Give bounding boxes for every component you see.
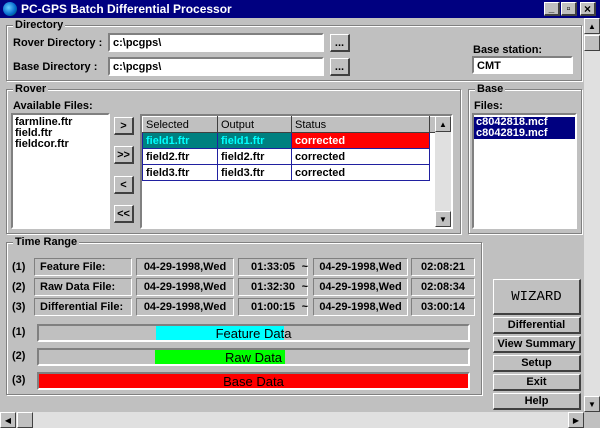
cell-output[interactable]: field1.ftr: [217, 132, 292, 149]
cell-status: corrected: [291, 132, 430, 149]
list-item[interactable]: c8042819.mcf: [474, 128, 575, 139]
end-time: 02:08:34: [411, 278, 475, 296]
window-hscroll-thumb[interactable]: [17, 412, 33, 428]
cell-selected[interactable]: field3.ftr: [142, 164, 218, 181]
start-date: 04-29-1998,Wed: [136, 258, 234, 276]
cell-selected[interactable]: field1.ftr: [142, 132, 218, 149]
cell-status: corrected: [291, 164, 430, 181]
rover-directory-label: Rover Directory :: [13, 37, 103, 49]
cell-output[interactable]: field3.ftr: [217, 164, 292, 181]
close-button[interactable]: ×: [580, 2, 596, 16]
available-files-list[interactable]: farmline.ftr field.ftr fieldcor.ftr: [11, 113, 110, 229]
row-number: (1): [12, 261, 26, 273]
range-tilde: ~: [301, 261, 309, 273]
window-scroll-down-icon[interactable]: ▼: [584, 396, 600, 412]
cell-status: corrected: [291, 148, 430, 165]
start-date: 04-29-1998,Wed: [136, 298, 234, 316]
window-scroll-left-icon[interactable]: ◀: [0, 412, 16, 428]
grid-vertical-scrollbar[interactable]: ▲ ▼: [435, 116, 451, 227]
time-bar-label: Raw Data: [224, 349, 283, 365]
list-item[interactable]: fieldcor.ftr: [13, 139, 108, 150]
cell-output[interactable]: field2.ftr: [217, 148, 292, 165]
directory-group-label: Directory: [13, 19, 66, 31]
base-group-label: Base: [475, 83, 506, 95]
window-scroll-right-icon[interactable]: ▶: [568, 412, 584, 428]
time-bar-label: Base Data: [223, 373, 284, 389]
scrollbar-corner: [584, 412, 600, 428]
range-tilde: ~: [301, 281, 309, 293]
table-header-row: Selected Output Status: [142, 116, 438, 133]
rover-directory-input[interactable]: c:\pcgps\: [108, 33, 324, 52]
scroll-up-arrow-icon[interactable]: ▲: [435, 116, 451, 132]
time-bar-track: Base Data: [37, 372, 470, 390]
move-selected-left-button[interactable]: <: [114, 176, 134, 194]
table-row[interactable]: field1.ftr field1.ftr corrected: [142, 132, 438, 149]
base-files-list[interactable]: c8042818.mcf c8042819.mcf: [472, 113, 577, 229]
available-files-label: Available Files:: [13, 100, 93, 112]
bar-row-number: (3): [12, 374, 26, 386]
end-time: 02:08:21: [411, 258, 475, 276]
minimize-button[interactable]: _: [544, 2, 560, 16]
bar-row-number: (1): [12, 326, 26, 338]
window-scroll-thumb[interactable]: [584, 35, 600, 51]
scroll-down-arrow-icon[interactable]: ▼: [435, 211, 451, 227]
range-tilde: ~: [301, 301, 309, 313]
files-table: Selected Output Status field1.ftr field1…: [142, 116, 438, 181]
end-date: 04-29-1998,Wed: [313, 258, 408, 276]
base-station-input[interactable]: CMT: [472, 56, 573, 74]
time-bar-track: Feature Data: [37, 324, 470, 342]
column-header-output[interactable]: Output: [217, 116, 292, 133]
time-bar-track: Raw Data: [37, 348, 470, 366]
move-all-right-button[interactable]: >>: [114, 146, 134, 164]
file-type-label: Feature File:: [34, 258, 132, 276]
row-number: (3): [12, 301, 26, 313]
time-range-group-label: Time Range: [13, 236, 80, 248]
maximize-button[interactable]: ▫: [561, 2, 577, 16]
base-directory-browse-button[interactable]: ...: [330, 58, 350, 76]
move-all-left-button[interactable]: <<: [114, 205, 134, 223]
app-globe-icon: [3, 2, 17, 16]
file-type-label: Raw Data File:: [34, 278, 132, 296]
rover-group-label: Rover: [13, 83, 49, 95]
row-number: (2): [12, 281, 26, 293]
move-selected-right-button[interactable]: >: [114, 117, 134, 135]
help-button[interactable]: Help: [493, 393, 581, 410]
setup-button[interactable]: Setup: [493, 355, 581, 372]
end-time: 03:00:14: [411, 298, 475, 316]
wizard-button[interactable]: WIZARD: [493, 279, 581, 315]
end-date: 04-29-1998,Wed: [313, 298, 408, 316]
base-directory-label: Base Directory :: [13, 61, 98, 73]
table-row[interactable]: field3.ftr field3.ftr corrected: [142, 164, 438, 181]
column-header-status[interactable]: Status: [291, 116, 430, 133]
view-summary-button[interactable]: View Summary: [493, 336, 581, 353]
base-files-label: Files:: [474, 100, 503, 112]
start-time: 01:32:30: [238, 278, 308, 296]
column-header-selected[interactable]: Selected: [142, 116, 218, 133]
start-date: 04-29-1998,Wed: [136, 278, 234, 296]
end-date: 04-29-1998,Wed: [313, 278, 408, 296]
window-horizontal-scrollbar[interactable]: ◀ ▶: [0, 412, 584, 428]
exit-button[interactable]: Exit: [493, 374, 581, 391]
base-directory-input[interactable]: c:\pcgps\: [108, 57, 324, 76]
window-vertical-scrollbar[interactable]: ▲ ▼: [584, 18, 600, 412]
cell-selected[interactable]: field2.ftr: [142, 148, 218, 165]
rover-directory-browse-button[interactable]: ...: [330, 34, 350, 52]
time-bar-label: Feature Data: [215, 325, 292, 341]
start-time: 01:00:15: [238, 298, 308, 316]
title-bar[interactable]: PC-GPS Batch Differential Processor _ ▫ …: [0, 0, 600, 18]
window-title: PC-GPS Batch Differential Processor: [21, 2, 232, 16]
bar-row-number: (2): [12, 350, 26, 362]
start-time: 01:33:05: [238, 258, 308, 276]
window-scroll-up-icon[interactable]: ▲: [584, 18, 600, 34]
selected-files-grid[interactable]: Selected Output Status field1.ftr field1…: [140, 114, 453, 229]
base-station-label: Base station:: [473, 44, 543, 56]
file-type-label: Differential File:: [34, 298, 132, 316]
table-row[interactable]: field2.ftr field2.ftr corrected: [142, 148, 438, 165]
differential-button[interactable]: Differential: [493, 317, 581, 334]
